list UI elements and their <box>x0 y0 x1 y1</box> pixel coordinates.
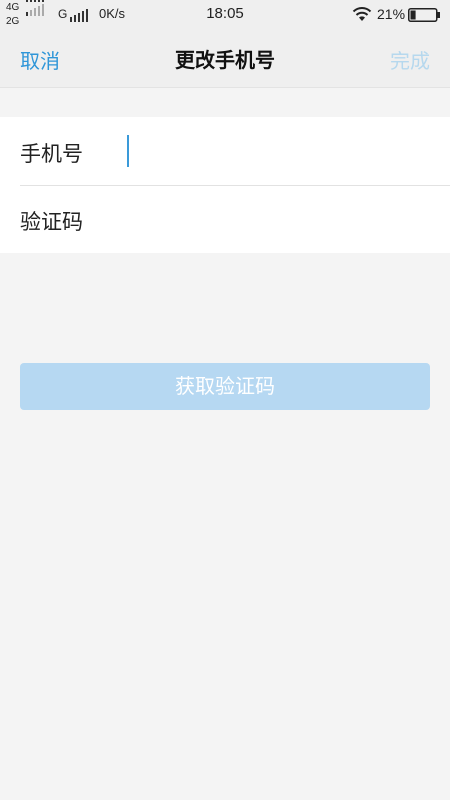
screen: 4G 2G G 0K/s 18:05 21% 取消 更改手机号 完成 手机号 验… <box>0 0 450 800</box>
status-bar: 4G 2G G 0K/s 18:05 21% <box>0 0 450 30</box>
page-title: 更改手机号 <box>175 48 275 72</box>
navigation-bar: 取消 更改手机号 完成 <box>0 30 450 88</box>
text-caret <box>127 135 129 167</box>
done-button[interactable]: 完成 <box>390 45 430 74</box>
phone-label: 手机号 <box>20 142 83 166</box>
code-label: 验证码 <box>20 210 83 234</box>
get-code-button[interactable]: 获取验证码 <box>20 363 430 410</box>
code-input[interactable] <box>126 199 430 239</box>
code-row: 验证码 <box>0 185 450 253</box>
battery-icon <box>408 8 440 22</box>
phone-input[interactable] <box>126 131 430 171</box>
battery-percent: 21% <box>377 6 406 22</box>
phone-change-form: 手机号 验证码 <box>0 117 450 253</box>
wifi-icon <box>352 7 372 21</box>
phone-row: 手机号 <box>0 117 450 185</box>
